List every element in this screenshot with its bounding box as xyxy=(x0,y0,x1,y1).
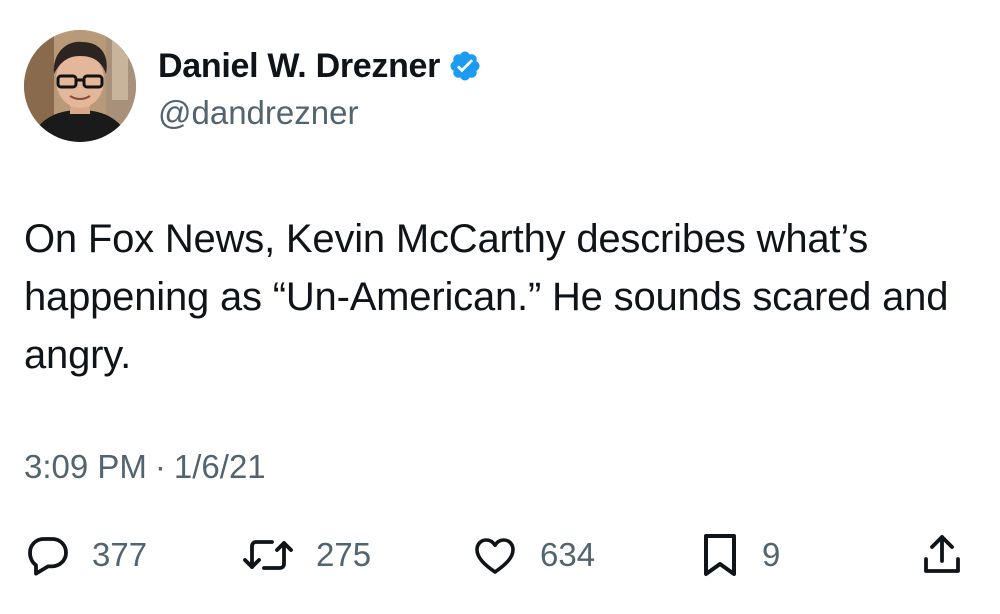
tweet-card: Daniel W. Drezner @dandrezner On Fox New… xyxy=(0,0,1000,614)
name-row: Daniel W. Drezner xyxy=(158,44,482,88)
avatar-image xyxy=(24,30,136,142)
retweet-button[interactable]: 275 xyxy=(240,520,371,590)
reply-icon xyxy=(24,531,72,579)
author-handle[interactable]: @dandrezner xyxy=(158,94,482,132)
timestamp-separator: · xyxy=(154,448,166,485)
tweet-timestamp[interactable]: 3:09 PM · 1/6/21 xyxy=(24,448,266,486)
avatar[interactable] xyxy=(24,30,136,142)
bookmark-icon xyxy=(698,530,742,580)
verified-badge-icon xyxy=(448,49,482,83)
author-block: Daniel W. Drezner @dandrezner xyxy=(158,44,482,132)
share-icon xyxy=(918,531,966,579)
tweet-date: 1/6/21 xyxy=(173,448,266,485)
like-button[interactable]: 634 xyxy=(470,520,595,590)
share-button[interactable] xyxy=(918,520,966,590)
reply-button[interactable]: 377 xyxy=(24,520,147,590)
like-count: 634 xyxy=(540,536,596,573)
tweet-text: On Fox News, Kevin McCarthy describes wh… xyxy=(24,217,949,377)
action-bar: 377 275 634 9 xyxy=(0,520,1000,590)
heart-icon xyxy=(470,531,520,579)
reply-count: 377 xyxy=(92,536,148,573)
tweet-time: 3:09 PM xyxy=(24,448,147,485)
display-name[interactable]: Daniel W. Drezner xyxy=(158,47,440,86)
retweet-icon xyxy=(240,531,296,579)
retweet-count: 275 xyxy=(316,536,372,573)
bookmark-count: 9 xyxy=(762,536,781,573)
bookmark-button[interactable]: 9 xyxy=(698,520,780,590)
